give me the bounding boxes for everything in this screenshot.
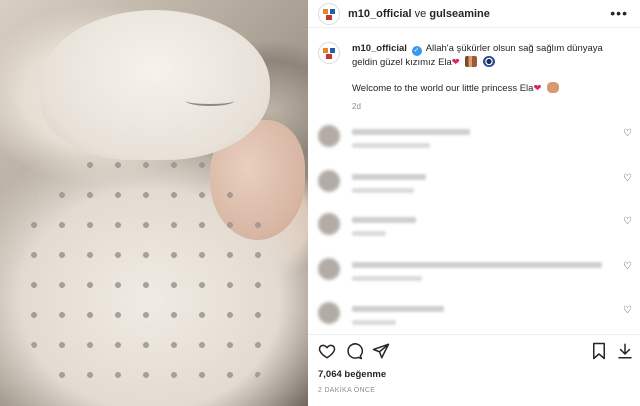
m10-logo-icon: [323, 48, 335, 59]
comment-text-blurred: [352, 306, 444, 312]
comment-meta-blurred: [352, 143, 430, 148]
post-timestamp: 2 DAKİKA ÖNCE: [318, 387, 376, 394]
heart-icon[interactable]: [318, 342, 336, 360]
red-heart-icon: ❤: [533, 83, 542, 94]
like-count[interactable]: 7,064 beğenme: [318, 369, 386, 380]
comment-row: ♡: [318, 258, 640, 288]
caption-time: 2d: [352, 102, 361, 111]
comment-text-blurred: [352, 129, 470, 135]
hat-eyelash-embroidery: [186, 96, 234, 106]
header-collaborator-link[interactable]: gulseamine: [429, 8, 490, 20]
comment-like-heart-icon[interactable]: ♡: [623, 305, 632, 316]
comment-text-blurred: [352, 174, 426, 180]
caption-text: m10_official ✓ Allah'a şükürler olsun sa…: [352, 42, 628, 96]
post-header: m10_official ve gulseamine •••: [308, 0, 640, 28]
comment-avatar[interactable]: [318, 213, 340, 235]
comment-text-blurred: [352, 262, 602, 268]
comment-avatar[interactable]: [318, 125, 340, 147]
header-usernames: m10_official ve gulseamine: [348, 8, 490, 20]
bookmark-icon[interactable]: [590, 342, 608, 360]
verified-badge-icon: ✓: [411, 46, 422, 56]
caption-username[interactable]: m10_official: [352, 43, 407, 54]
comment-meta-blurred: [352, 188, 414, 193]
action-bar: [308, 334, 640, 364]
comment-meta-blurred: [352, 231, 386, 236]
dotted-blanket: [20, 150, 280, 400]
avatar[interactable]: [318, 2, 340, 25]
comment-like-heart-icon[interactable]: ♡: [623, 261, 632, 272]
comment-avatar[interactable]: [318, 170, 340, 192]
post-photo[interactable]: [0, 0, 308, 406]
comment-like-heart-icon[interactable]: ♡: [623, 173, 632, 184]
caption-avatar[interactable]: [318, 42, 340, 64]
more-options-icon[interactable]: •••: [610, 6, 628, 20]
comment-row: ♡: [318, 125, 640, 155]
comment-row: ♡: [318, 213, 640, 243]
comment-avatar[interactable]: [318, 258, 340, 280]
comment-avatar[interactable]: [318, 302, 340, 324]
share-icon[interactable]: [372, 342, 390, 360]
baby-hat: [40, 10, 270, 160]
family-emoji-icon: [465, 56, 478, 67]
download-icon[interactable]: [616, 342, 634, 360]
comment-icon[interactable]: [345, 342, 364, 360]
comment-row: ♡: [318, 302, 640, 332]
comment-meta-blurred: [352, 320, 396, 325]
red-heart-icon: ❤: [451, 57, 460, 68]
comment-meta-blurred: [352, 276, 422, 281]
nazar-eye-emoji-icon: [483, 56, 496, 67]
m10-logo-icon: [323, 8, 335, 20]
comment-text-blurred: [352, 217, 416, 223]
comment-like-heart-icon[interactable]: ♡: [623, 216, 632, 227]
comment-like-heart-icon[interactable]: ♡: [623, 128, 632, 139]
header-username-link[interactable]: m10_official: [348, 8, 412, 20]
header-connector: ve: [414, 7, 427, 20]
caption-english: Welcome to the world our little princess…: [352, 83, 534, 94]
hands-emoji-icon: [547, 82, 560, 93]
comment-row: ♡: [318, 170, 640, 200]
